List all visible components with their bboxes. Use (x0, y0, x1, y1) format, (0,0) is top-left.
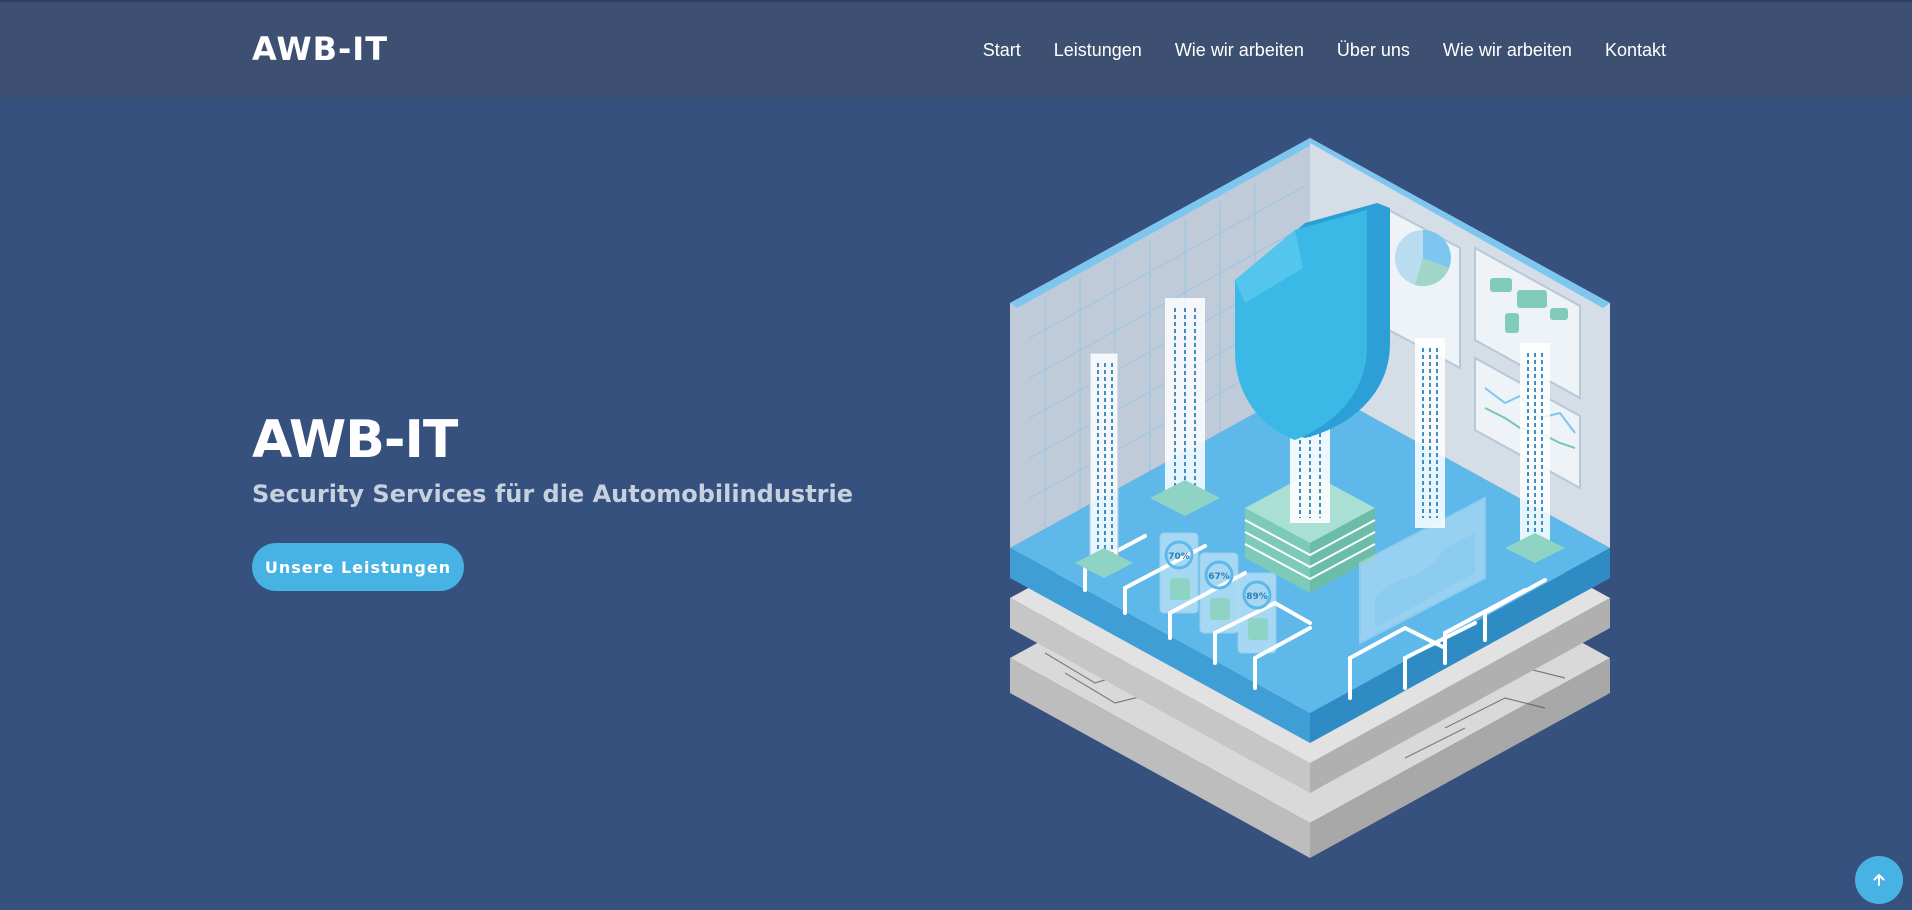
nav-item-kontakt[interactable]: Kontakt (1605, 40, 1666, 61)
scroll-top-button[interactable] (1855, 856, 1903, 904)
security-isometric-illustration: 70% 67% 89% (1005, 128, 1625, 868)
badge-3: 89% (1246, 592, 1268, 602)
badge-2: 67% (1208, 572, 1230, 582)
nav-item-leistungen[interactable]: Leistungen (1054, 40, 1142, 61)
main-nav: Start Leistungen Wie wir arbeiten Über u… (983, 40, 1666, 61)
nav-item-ueber-uns[interactable]: Über uns (1337, 40, 1410, 61)
hero-title: AWB-IT (252, 410, 458, 470)
security-illustration-svg: 70% 67% 89% (1010, 138, 1610, 858)
arrow-up-icon (1873, 874, 1885, 886)
nav-item-start[interactable]: Start (983, 40, 1021, 61)
nav-item-wie-wir-arbeiten-2[interactable]: Wie wir arbeiten (1443, 40, 1572, 61)
hero-subtitle: Security Services für die Automobilindus… (252, 480, 854, 508)
logo[interactable]: AWB-IT (252, 30, 388, 68)
services-button[interactable]: Unsere Leistungen (252, 543, 464, 591)
badge-1: 70% (1168, 552, 1190, 562)
nav-item-wie-wir-arbeiten[interactable]: Wie wir arbeiten (1175, 40, 1304, 61)
site-header: AWB-IT Start Leistungen Wie wir arbeiten… (0, 0, 1912, 98)
